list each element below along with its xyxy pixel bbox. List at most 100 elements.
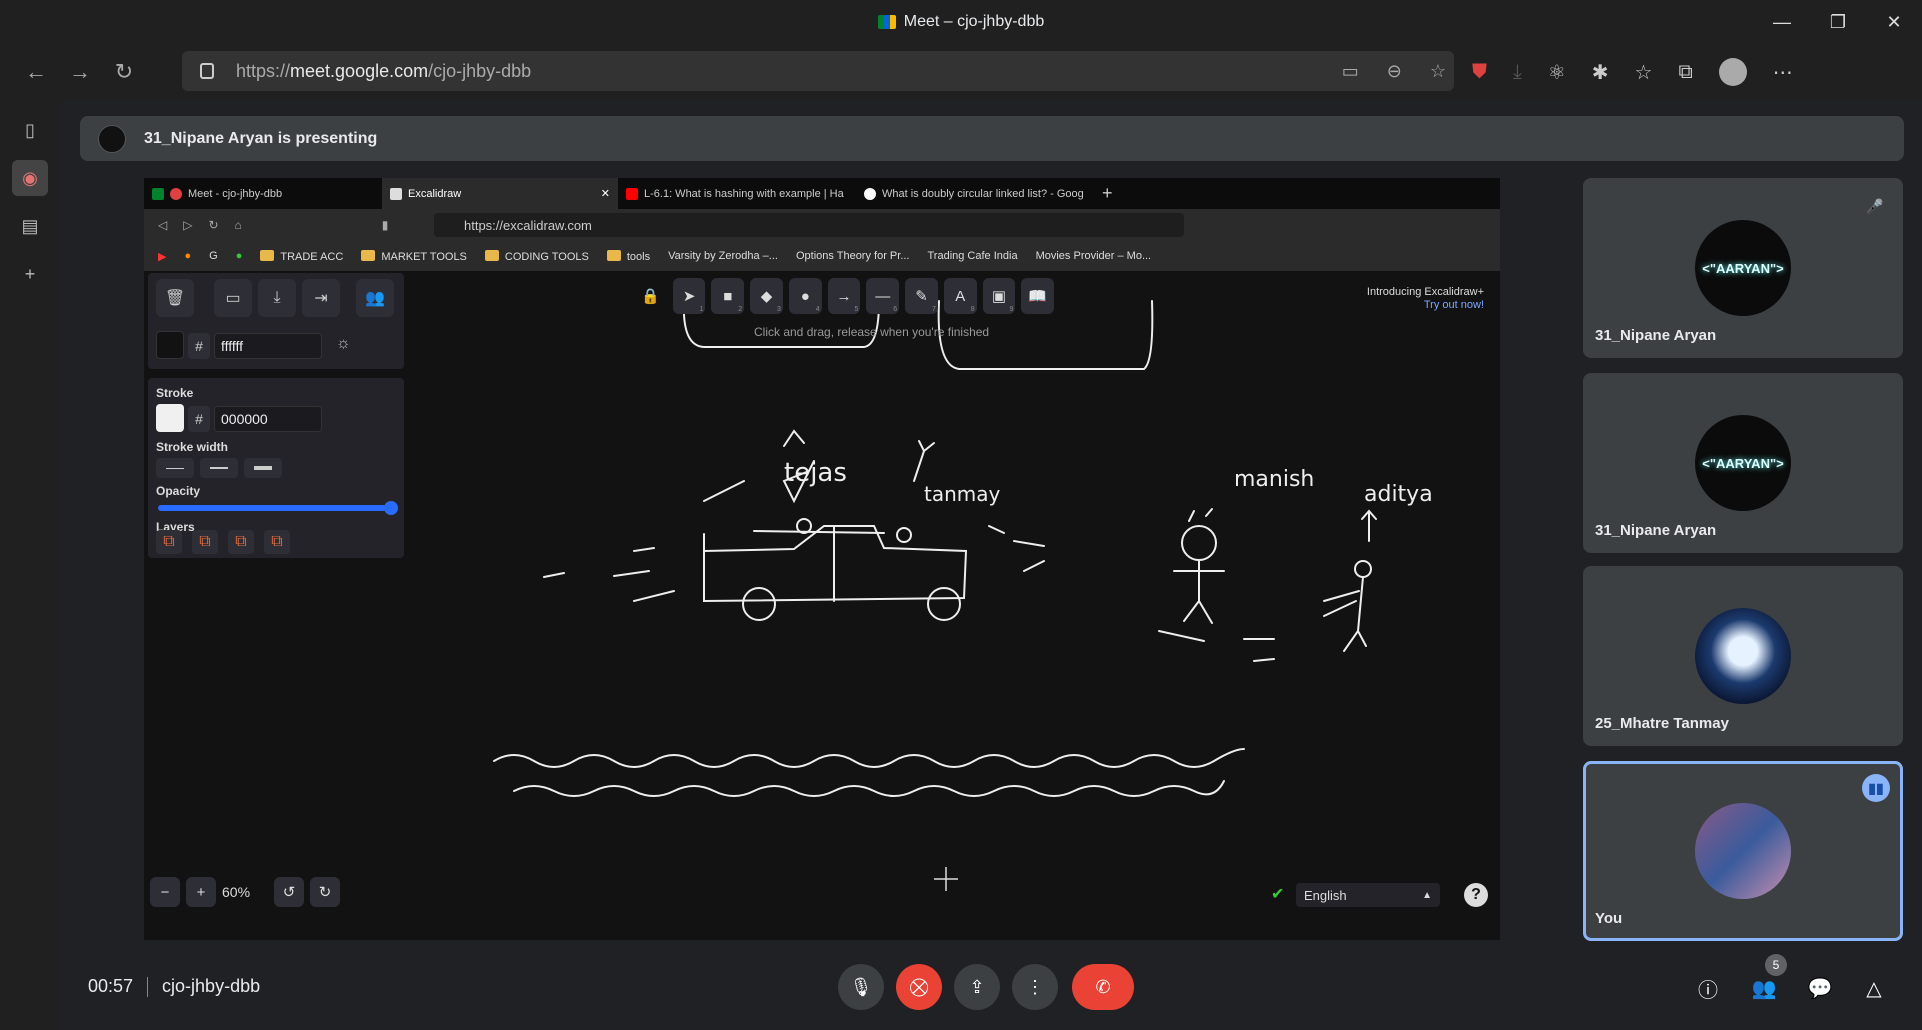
favorite-star-icon[interactable]: ☆	[1430, 61, 1446, 82]
theme-toggle-icon[interactable]: ☼	[336, 335, 351, 353]
shared-address-bar[interactable]: https://excalidraw.com	[434, 213, 1184, 237]
bookmark-trading-cafe[interactable]: Trading Cafe India	[927, 250, 1017, 262]
participant-tile[interactable]: 25_Mhatre Tanmay	[1583, 566, 1903, 746]
text-tool-icon[interactable]: A8	[943, 278, 977, 314]
activities-icon[interactable]: △	[1858, 972, 1890, 1004]
shared-back-icon[interactable]: ◁	[158, 218, 167, 232]
zoom-out-button[interactable]: −	[150, 877, 180, 907]
collaborate-icon[interactable]: 👥	[356, 279, 394, 317]
send-backward-icon[interactable]: ⧉	[192, 530, 218, 554]
whatsapp-bookmark-icon[interactable]: ●	[236, 250, 243, 262]
open-file-icon[interactable]: ▭	[214, 279, 252, 317]
chat-icon[interactable]: 💬	[1804, 972, 1836, 1004]
redo-icon[interactable]: ↻	[310, 877, 340, 907]
shared-tab-google[interactable]: What is doubly circular linked list? - G…	[856, 178, 1094, 209]
excalidraw-plus-promo[interactable]: Introducing Excalidraw+ Try out now!	[1367, 286, 1484, 312]
bookmark-options-theory[interactable]: Options Theory for Pr...	[796, 250, 910, 262]
language-select[interactable]: English ▲	[1296, 883, 1440, 907]
bookmark-varsity[interactable]: Varsity by Zerodha –...	[668, 250, 778, 262]
bookmark-tools[interactable]: tools	[606, 249, 650, 263]
export-icon[interactable]: ⇥	[302, 279, 340, 317]
brave-bookmark-icon[interactable]: ●	[184, 250, 191, 262]
line-tool-icon[interactable]: —6	[866, 278, 900, 314]
new-tab-button[interactable]: +	[1094, 178, 1121, 209]
excalidraw-canvas[interactable]: tejas tanmay manish aditya 🗑 ▭ ⤓ ⇥ 👥 # f	[144, 271, 1500, 940]
bookmark-movies-provider[interactable]: Movies Provider – Mo...	[1036, 250, 1152, 262]
calendar-icon[interactable]: ▤	[12, 208, 48, 244]
library-icon[interactable]: 📖	[1021, 278, 1055, 314]
background-color-swatch[interactable]	[156, 331, 184, 359]
leave-call-button[interactable]: ✆	[1072, 964, 1134, 1010]
more-menu-icon[interactable]: ⋯	[1773, 60, 1793, 85]
zoom-in-button[interactable]: +	[186, 877, 216, 907]
stroke-hex-input[interactable]: 000000	[214, 406, 322, 432]
participant-tile-self[interactable]: ▮▮ You	[1583, 761, 1903, 941]
google-bookmark-icon[interactable]: G	[209, 250, 218, 262]
stroke-width-extra-bold[interactable]	[244, 458, 282, 478]
recording-icon[interactable]: ◉	[12, 160, 48, 196]
participant-tile[interactable]: 🎤 <"AARYAN"> 31_Nipane Aryan	[1583, 178, 1903, 358]
clear-canvas-icon[interactable]: 🗑	[156, 279, 194, 317]
ellipse-tool-icon[interactable]: ● 4	[788, 278, 822, 314]
lock-tool-icon[interactable]: 🔒	[634, 278, 667, 314]
profile-avatar-icon[interactable]	[1718, 58, 1747, 86]
selection-tool-icon[interactable]: ➤ 1	[672, 278, 706, 314]
stroke-width-bold[interactable]	[200, 458, 238, 478]
meeting-details-icon[interactable]: ⓘ	[1692, 972, 1724, 1004]
shared-forward-icon[interactable]: ▷	[183, 218, 192, 232]
stroke-width-thin[interactable]	[156, 458, 194, 478]
shield-extension-icon[interactable]: ⛊	[1472, 61, 1487, 84]
camera-off-button[interactable]: ⛒	[896, 964, 942, 1010]
background-hex-value: ffffff	[221, 338, 244, 354]
shared-tab-excalidraw[interactable]: Excalidraw ✕	[382, 178, 618, 209]
shared-tab-meet[interactable]: Meet - cjo-jhby-dbb	[144, 178, 382, 209]
undo-icon[interactable]: ↺	[274, 877, 304, 907]
favorites-icon[interactable]: ☆	[1635, 60, 1653, 85]
present-screen-button[interactable]: ⇪	[954, 964, 1000, 1010]
extensions-puzzle-icon[interactable]: ✱	[1592, 60, 1609, 85]
people-icon[interactable]: 👥	[1748, 972, 1780, 1004]
arrow-tool-icon[interactable]: → 5	[827, 278, 861, 314]
rectangle-tool-icon[interactable]: ■ 2	[711, 278, 745, 314]
add-icon[interactable]: +	[12, 256, 48, 292]
image-tool-icon[interactable]: ▣ 9	[982, 278, 1016, 314]
forward-button[interactable]: →	[58, 50, 102, 94]
bookmark-market-tools[interactable]: MARKET TOOLS	[361, 249, 467, 263]
download-icon[interactable]: ⤓	[1513, 61, 1522, 84]
tool-shortcut: 1	[699, 306, 704, 313]
more-options-button[interactable]: ⋮	[1012, 964, 1058, 1010]
shared-reload-icon[interactable]: ↻	[208, 218, 218, 232]
help-icon[interactable]: ?	[1464, 883, 1488, 907]
bookmark-coding-tools[interactable]: CODING TOOLS	[484, 249, 589, 263]
tab-actions-icon[interactable]: ▯	[12, 112, 48, 148]
refresh-button[interactable]: ↻	[102, 50, 146, 94]
bookmark-icon[interactable]: ▮	[382, 218, 389, 232]
microphone-button[interactable]: 🎙	[838, 964, 884, 1010]
bring-forward-icon[interactable]: ⧉	[228, 530, 254, 554]
bring-to-front-icon[interactable]: ⧉	[264, 530, 290, 554]
address-bar[interactable]: https://meet.google.com/cjo-jhby-dbb ▭ ⊖…	[182, 51, 1454, 91]
diamond-tool-icon[interactable]: ◆ 3	[750, 278, 783, 314]
pencil-tool-icon[interactable]: ✎ 7	[905, 278, 938, 314]
opacity-slider[interactable]	[158, 501, 398, 515]
bookmark-trade-acc[interactable]: TRADE ACC	[260, 249, 343, 263]
collections-icon[interactable]: ⧉	[1678, 61, 1692, 84]
minimize-button[interactable]: —	[1754, 0, 1810, 44]
youtube-bookmark-icon[interactable]: ▶	[158, 250, 166, 263]
close-window-button[interactable]: ✕	[1866, 0, 1922, 44]
stroke-color-swatch[interactable]	[156, 404, 184, 432]
background-hex-input[interactable]: ffffff	[214, 333, 322, 359]
atom-extension-icon[interactable]: ⚛	[1548, 60, 1566, 85]
zoom-icon[interactable]: ⊖	[1387, 61, 1402, 82]
back-button[interactable]: ←	[14, 50, 58, 94]
shared-tab-youtube[interactable]: L-6.1: What is hashing with example | Ha	[618, 178, 856, 209]
send-to-back-icon[interactable]: ⧉	[156, 530, 182, 554]
participant-tile[interactable]: <"AARYAN"> 31_Nipane Aryan	[1583, 373, 1903, 553]
save-file-icon[interactable]: ⤓	[258, 279, 296, 317]
promo-link[interactable]: Try out now!	[1367, 299, 1484, 312]
tab-close-icon[interactable]: ✕	[601, 187, 610, 200]
camera-icon[interactable]: ▭	[1342, 61, 1359, 82]
shared-home-icon[interactable]: ⌂	[235, 218, 242, 232]
zoom-level[interactable]: 60%	[222, 884, 262, 900]
restore-button[interactable]: ❐	[1810, 0, 1866, 44]
